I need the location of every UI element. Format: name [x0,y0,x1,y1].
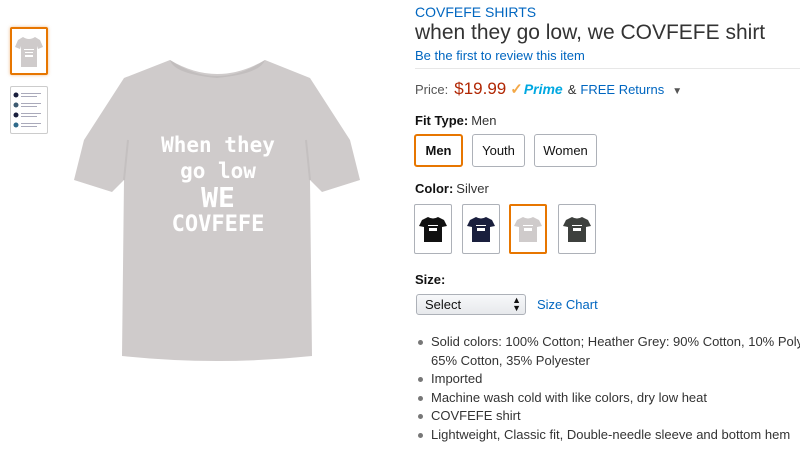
thumbnail-silver-shirt[interactable] [10,27,48,75]
feature-bullets: Solid colors: 100% Cotton; Heather Grey:… [415,333,800,444]
shirt-icon [563,217,591,242]
color-value: Silver [456,181,489,196]
shirt-thumbnail-icon [15,37,43,67]
color-swatch-navy[interactable] [462,204,500,254]
divider [415,68,800,69]
prime-label: Prime [523,81,563,97]
shirt-icon [514,217,542,242]
product-title: when they go low, we COVFEFE shirt [415,21,766,44]
color-label: Color: [415,181,454,196]
shirt-print-line-2: go low [180,159,256,183]
color-row: Color: Silver [415,180,489,198]
caret-down-icon[interactable]: ▼ [672,86,682,97]
shirt-icon [467,217,495,242]
shirt-icon [419,217,447,242]
shirt-print-line-3: WE [201,181,235,214]
free-returns-link[interactable]: FREE Returns [580,82,664,97]
size-chart-link[interactable]: Size Chart [537,297,598,312]
size-label: Size: [415,272,446,287]
bullet-item: Lightweight, Classic fit, Double-needle … [415,426,800,445]
price-label: Price: [415,82,449,97]
color-swatch-silver[interactable] [509,204,547,254]
color-swatch-asphalt[interactable] [558,204,596,254]
fit-option-youth[interactable]: Youth [472,134,525,167]
color-swatch-black[interactable] [414,204,452,254]
review-link[interactable]: Be the first to review this item [415,48,585,63]
variants-thumbnail-icon [13,92,41,128]
main-product-image[interactable]: When they go low WE COVFEFE [60,40,375,370]
prime-check-icon: ✓ [510,81,523,98]
price-value: $19.99 [454,79,507,98]
thumbnail-color-variants[interactable] [10,86,48,134]
brand-link[interactable]: COVFEFE SHIRTS [415,4,536,20]
tshirt-image: When they go low WE COVFEFE [74,60,360,361]
shirt-print-line-4: COVFEFE [172,212,265,237]
bullet-item: Machine wash cold with like colors, dry … [415,389,800,408]
fit-option-women[interactable]: Women [534,134,597,167]
fit-type-value: Men [471,113,497,128]
size-select[interactable]: Select ▲ ▼ [416,294,526,315]
shirt-print-line-1: When they [161,133,275,157]
bullet-item: Solid colors: 100% Cotton; Heather Grey:… [415,333,800,352]
fit-option-men[interactable]: Men [414,134,463,167]
size-row: Size: [415,271,445,289]
bullet-item: Imported [415,370,800,389]
fit-type-row: Fit Type: Men [415,112,497,130]
fit-type-label: Fit Type: [415,113,469,128]
bullet-item: COVFEFE shirt [415,407,800,426]
bullet-continuation: 65% Cotton, 35% Polyester [431,352,590,368]
select-arrows-icon: ▲ ▼ [512,295,521,313]
ampersand: & [567,82,577,97]
prime-badge[interactable]: ✓ Prime [510,80,563,98]
price-row: Price: $19.99 ✓ Prime & FREE Returns ▼ [415,79,682,99]
size-select-value: Select [425,297,462,312]
